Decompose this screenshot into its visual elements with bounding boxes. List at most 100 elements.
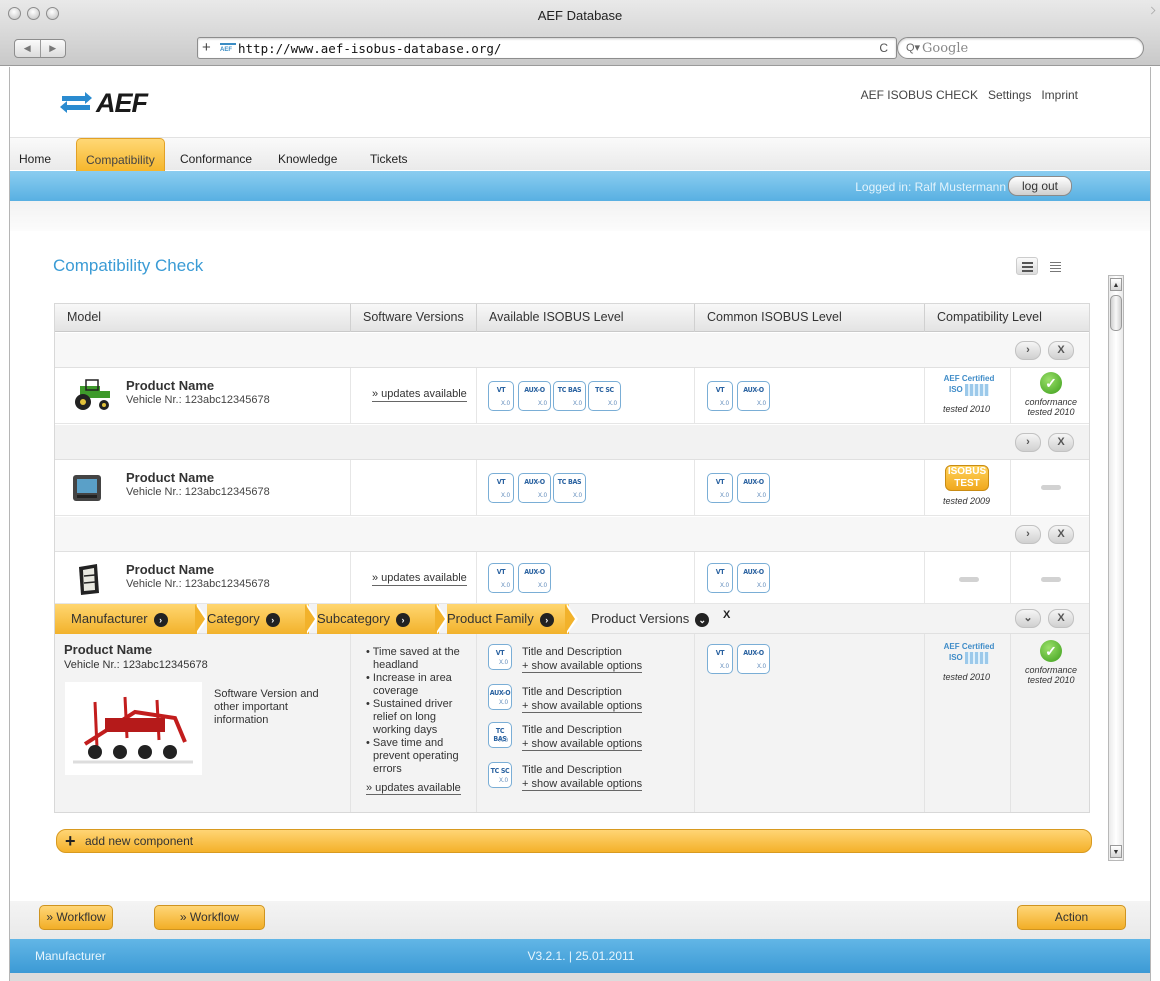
remove-button[interactable]: X xyxy=(1048,341,1074,360)
table-row[interactable]: Product Name Vehicle Nr.: 123abc12345678… xyxy=(55,552,1089,604)
control-unit-image xyxy=(79,564,99,595)
show-options-link[interactable]: + show available options xyxy=(522,738,643,751)
breadcrumb-product-versions[interactable]: Product Versions ⌄ xyxy=(575,604,715,634)
list-item: • Increase in area coverage xyxy=(366,672,452,697)
tested-year: tested 2009 xyxy=(943,496,991,506)
link-imprint[interactable]: Imprint xyxy=(1041,88,1078,102)
aef-logo[interactable]: AEF xyxy=(58,87,148,119)
expand-button[interactable]: › xyxy=(1015,341,1041,360)
option-vt: VT X.0 Title and Description + show availa… xyxy=(488,644,643,674)
breadcrumb-subcategory[interactable]: Subcategory › xyxy=(317,604,439,634)
remove-button[interactable]: X xyxy=(1048,609,1074,628)
show-options-link[interactable]: + show available options xyxy=(522,700,643,713)
forward-button[interactable]: ▶ xyxy=(41,40,66,57)
workflow-button-1[interactable]: » Workflow xyxy=(39,905,113,930)
aef-arrows-icon xyxy=(58,91,92,115)
title-bar: AEF Database ◀ ▶ + AEF http://www.aef-is… xyxy=(0,0,1160,66)
scroll-up-arrow[interactable]: ▲ xyxy=(1110,278,1122,291)
isobus-vt-badge: VT X.0 xyxy=(707,563,733,593)
product-name: Product Name xyxy=(126,470,215,485)
aef-certified-logo: AEF Certified ISO xyxy=(943,642,995,664)
conformance-label: conformance tested 2010 xyxy=(1024,665,1078,685)
top-links: AEF ISOBUS CHECK Settings Imprint xyxy=(861,88,1078,102)
breadcrumb-manufacturer[interactable]: Manufacturer › xyxy=(55,604,197,634)
main-navigation: Home Compatibility Conformance Knowledge… xyxy=(10,137,1150,172)
row-controls: › X xyxy=(55,333,1089,368)
conformance-label: conformance tested 2010 xyxy=(1024,397,1078,417)
option-tc-sc: TC SC X.0 Title and Description + show ava… xyxy=(488,762,643,792)
chevron-down-icon: ⌄ xyxy=(695,612,710,627)
logout-button[interactable]: log out xyxy=(1008,176,1072,196)
remove-button[interactable]: X xyxy=(1048,433,1074,452)
scrollbar-thumb[interactable] xyxy=(1110,295,1122,331)
chevron-right-icon: › xyxy=(396,612,410,627)
action-button[interactable]: Action xyxy=(1017,905,1126,930)
isobus-vt-badge: VT X.0 xyxy=(707,473,733,503)
add-component-button[interactable]: + add new component xyxy=(56,829,1092,853)
isobus-vt-badge: VT X.0 xyxy=(488,644,512,670)
search-field[interactable]: Q▾ Google xyxy=(897,37,1144,59)
workflow-button-2[interactable]: » Workflow xyxy=(154,905,265,930)
vehicle-number: Vehicle Nr.: 123abc12345678 xyxy=(126,394,270,406)
back-forward-buttons: ◀ ▶ xyxy=(14,39,66,58)
isobus-tc-bas-badge: TC BAS X.0 xyxy=(553,473,586,503)
scroll-down-arrow[interactable]: ▼ xyxy=(1110,845,1122,858)
tab-knowledge[interactable]: Knowledge xyxy=(278,152,337,166)
add-bookmark-button[interactable]: + xyxy=(202,39,211,57)
tab-tickets[interactable]: Tickets xyxy=(370,152,408,166)
seeder-image xyxy=(65,682,202,775)
updates-link[interactable]: » updates available xyxy=(372,572,467,586)
updates-link[interactable]: » updates available xyxy=(372,388,467,402)
compact-view-icon[interactable] xyxy=(1044,257,1066,275)
row-controls: › X xyxy=(55,517,1089,552)
table-row[interactable]: Product Name Vehicle Nr.: 123abc12345678… xyxy=(55,460,1089,516)
logo-text: AEF xyxy=(96,87,148,118)
chevron-right-icon: › xyxy=(539,612,554,627)
link-settings[interactable]: Settings xyxy=(988,88,1031,102)
web-page: AEF AEF ISOBUS CHECK Settings Imprint Ho… xyxy=(9,67,1151,981)
show-options-link[interactable]: + show available options xyxy=(522,778,643,791)
check-icon: ✓ xyxy=(1040,640,1062,662)
add-component-label: add new component xyxy=(85,834,194,848)
tab-conformance[interactable]: Conformance xyxy=(180,152,252,166)
isobus-aux-badge: AUX-O X.0 xyxy=(488,684,512,710)
page-title: Compatibility Check xyxy=(53,256,204,275)
vertical-scrollbar[interactable]: ▲ ▼ xyxy=(1108,275,1124,861)
back-button[interactable]: ◀ xyxy=(15,40,41,57)
show-options-link[interactable]: + show available options xyxy=(522,660,643,673)
link-isobus-check[interactable]: AEF ISOBUS CHECK xyxy=(861,88,978,102)
url-text[interactable]: http://www.aef-isobus-database.org/ xyxy=(238,41,501,56)
tab-compatibility[interactable]: Compatibility xyxy=(76,138,165,172)
product-name: Product Name xyxy=(126,562,215,577)
option-tc-bas: TC BAS X.0 Title and Description + show av… xyxy=(488,722,643,752)
reload-button[interactable]: C xyxy=(879,41,888,55)
feature-list: • Time saved at the headland • Increase … xyxy=(366,646,476,795)
tab-home[interactable]: Home xyxy=(19,152,51,166)
compatibility-table: Model Software Versions Available ISOBUS… xyxy=(54,303,1090,813)
address-bar[interactable]: + AEF http://www.aef-isobus-database.org… xyxy=(197,37,897,59)
header-software-versions: Software Versions xyxy=(351,304,477,332)
logged-in-text: Logged in: Ralf Mustermann xyxy=(855,180,1006,194)
header-compatibility-level: Compatibility Level xyxy=(937,310,1042,324)
site-favicon-icon: AEF xyxy=(220,43,236,54)
option-aux: AUX-O X.0 Title and Description + show ava… xyxy=(488,684,643,713)
footer-version: V3.2.1. | 25.01.2011 xyxy=(527,949,635,963)
list-view-icon[interactable] xyxy=(1016,257,1038,275)
remove-button[interactable]: X xyxy=(1048,525,1074,544)
list-item: • Sustained driver relief on long workin… xyxy=(366,698,453,736)
header-model: Model xyxy=(55,304,351,332)
isobus-vt-badge: VT X.0 xyxy=(707,644,733,674)
updates-link[interactable]: » updates available xyxy=(366,782,461,795)
header-available-level: Available ISOBUS Level xyxy=(477,304,695,332)
expand-button[interactable]: › xyxy=(1015,433,1041,452)
breadcrumb-product-family[interactable]: Product Family › xyxy=(447,604,569,634)
collapse-button[interactable]: ⌄ xyxy=(1015,609,1041,628)
expand-button[interactable]: › xyxy=(1015,525,1041,544)
table-row[interactable]: Product Name Vehicle Nr.: 123abc12345678… xyxy=(55,368,1089,424)
breadcrumb-category[interactable]: Category › xyxy=(207,604,309,634)
footer: Manufacturer V3.2.1. | 25.01.2011 xyxy=(10,939,1150,973)
row-controls: › X xyxy=(55,425,1089,460)
breadcrumb-close[interactable]: X xyxy=(723,609,730,621)
check-icon: ✓ xyxy=(1040,372,1062,394)
isobus-tc-sc-badge: TC SC X.0 xyxy=(588,381,621,411)
